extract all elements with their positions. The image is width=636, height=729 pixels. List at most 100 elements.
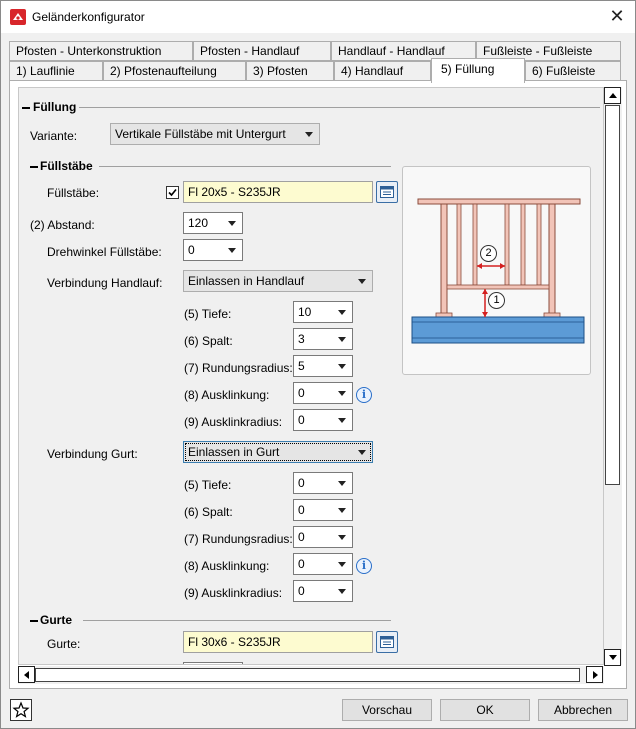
star-icon <box>12 701 30 718</box>
section-title-fuellung: Füllung <box>33 100 77 114</box>
catalog-icon[interactable] <box>376 631 398 653</box>
verbindung-handlauf-value: Einlassen in Handlauf <box>188 274 305 288</box>
chevron-down-icon <box>338 310 346 315</box>
drehwinkel-value: 0 <box>188 243 195 257</box>
gurt-ausklinkradius-label: (9) Ausklinkradius: <box>184 586 283 600</box>
partially-visible-dropdown[interactable] <box>183 662 243 664</box>
gurt-rundungsradius-dropdown[interactable]: 0 <box>293 526 353 548</box>
collapse-fuellung-icon[interactable] <box>22 107 30 109</box>
variante-value: Vertikale Füllstäbe mit Untergurt <box>115 127 286 141</box>
handlauf-rundungsradius-label: (7) Rundungsradius: <box>184 361 293 375</box>
handlauf-spalt-dropdown[interactable]: 3 <box>293 328 353 350</box>
fuellstaebe-checkbox[interactable] <box>166 186 179 199</box>
tab-lauflinie[interactable]: 1) Lauflinie <box>9 61 103 81</box>
collapse-gurte-icon[interactable] <box>30 620 38 622</box>
preview-button[interactable]: Vorschau <box>342 699 432 721</box>
chevron-down-icon <box>338 418 346 423</box>
section-title-gurte: Gurte <box>40 613 73 627</box>
chevron-up-icon <box>609 93 617 98</box>
gurt-ausklinkung-value: 0 <box>298 557 305 571</box>
gurte-profile-field[interactable]: Fl 30x6 - S235JR <box>183 631 373 653</box>
chevron-down-icon <box>228 248 236 253</box>
fuellstaebe-profile-field[interactable]: Fl 20x5 - S235JR <box>183 181 373 203</box>
handlauf-ausklinkung-dropdown[interactable]: 0 <box>293 382 353 404</box>
railing-preview: 2 1 <box>402 166 591 375</box>
gurt-ausklinkradius-dropdown[interactable]: 0 <box>293 580 353 602</box>
verbindung-gurt-dropdown[interactable]: Einlassen in Gurt <box>183 441 373 463</box>
collapse-fuellstaebe-icon[interactable] <box>30 166 38 168</box>
tab-fussleiste[interactable]: 6) Fußleiste <box>525 61 621 81</box>
gurt-spalt-dropdown[interactable]: 0 <box>293 499 353 521</box>
chevron-down-icon <box>338 535 346 540</box>
handlauf-tiefe-dropdown[interactable]: 10 <box>293 301 353 323</box>
chevron-down-icon <box>609 655 617 660</box>
handlauf-tiefe-label: (5) Tiefe: <box>184 307 232 321</box>
chevron-down-icon <box>338 481 346 486</box>
scroll-up-button[interactable] <box>604 87 621 104</box>
handlauf-ausklinkradius-label: (9) Ausklinkradius: <box>184 415 283 429</box>
handlauf-ausklinkung-value: 0 <box>298 386 305 400</box>
gurt-rundungsradius-label: (7) Rundungsradius: <box>184 532 293 546</box>
variante-label: Variante: <box>30 129 78 143</box>
handlauf-rundungsradius-value: 5 <box>298 359 305 373</box>
configurator-window: Geländerkonfigurator ✕ Pfosten - Unterko… <box>0 0 636 729</box>
chevron-down-icon <box>338 562 346 567</box>
handlauf-tiefe-value: 10 <box>298 305 312 319</box>
tab-pfosten-unterkonstruktion[interactable]: Pfosten - Unterkonstruktion <box>9 41 193 61</box>
vertical-scroll-thumb[interactable] <box>605 105 620 485</box>
handlauf-ausklinkung-label: (8) Ausklinkung: <box>184 388 270 402</box>
cancel-button[interactable]: Abbrechen <box>538 699 628 721</box>
abstand-dropdown[interactable]: 120 <box>183 212 243 234</box>
handlauf-spalt-value: 3 <box>298 332 305 346</box>
verbindung-handlauf-dropdown[interactable]: Einlassen in Handlauf <box>183 270 373 292</box>
favorites-button[interactable] <box>10 699 32 721</box>
gurt-tiefe-label: (5) Tiefe: <box>184 478 232 492</box>
tab-fuellung[interactable]: 5) Füllung <box>431 58 525 83</box>
tab-handlauf[interactable]: 4) Handlauf <box>334 61 431 81</box>
chevron-left-icon <box>24 671 29 679</box>
handlauf-ausklinkradius-dropdown[interactable]: 0 <box>293 409 353 431</box>
fuellstaebe-label: Füllstäbe: <box>47 186 100 200</box>
drehwinkel-dropdown[interactable]: 0 <box>183 239 243 261</box>
gurt-rundungsradius-value: 0 <box>298 530 305 544</box>
divider <box>99 166 391 167</box>
gurt-tiefe-dropdown[interactable]: 0 <box>293 472 353 494</box>
catalog-icon[interactable] <box>376 181 398 203</box>
verbindung-gurt-label: Verbindung Gurt: <box>47 447 138 461</box>
gurt-ausklinkung-label: (8) Ausklinkung: <box>184 559 270 573</box>
handlauf-rundungsradius-dropdown[interactable]: 5 <box>293 355 353 377</box>
scroll-right-button[interactable] <box>586 666 603 683</box>
gurt-spalt-value: 0 <box>298 503 305 517</box>
chevron-down-icon <box>305 132 313 137</box>
section-title-fuellstaebe: Füllstäbe <box>40 159 93 173</box>
gurt-ausklinkung-dropdown[interactable]: 0 <box>293 553 353 575</box>
dimension-marker-1: 1 <box>488 292 505 309</box>
handlauf-ausklinkradius-value: 0 <box>298 413 305 427</box>
chevron-down-icon <box>338 337 346 342</box>
title-bar: Geländerkonfigurator ✕ <box>1 1 635 33</box>
info-icon[interactable]: i <box>356 558 372 574</box>
divider <box>79 107 600 108</box>
chevron-right-icon <box>593 671 598 679</box>
variante-dropdown[interactable]: Vertikale Füllstäbe mit Untergurt <box>110 123 320 145</box>
close-icon[interactable]: ✕ <box>605 5 629 29</box>
dimension-marker-2: 2 <box>480 245 497 262</box>
tab-pfosten[interactable]: 3) Pfosten <box>246 61 334 81</box>
abstand-value: 120 <box>188 216 209 230</box>
horizontal-scroll-thumb[interactable] <box>35 668 580 682</box>
verbindung-handlauf-label: Verbindung Handlauf: <box>47 276 163 290</box>
gurt-spalt-label: (6) Spalt: <box>184 505 233 519</box>
window-title: Geländerkonfigurator <box>32 10 145 24</box>
scroll-left-button[interactable] <box>18 666 35 683</box>
tab-pfosten-handlauf[interactable]: Pfosten - Handlauf <box>193 41 331 61</box>
tab-pfostenaufteilung[interactable]: 2) Pfostenaufteilung <box>103 61 246 81</box>
chevron-down-icon <box>338 589 346 594</box>
abstand-label: (2) Abstand: <box>30 218 95 232</box>
chevron-down-icon <box>358 279 366 284</box>
ok-button[interactable]: OK <box>440 699 530 721</box>
drehwinkel-label: Drehwinkel Füllstäbe: <box>47 245 162 259</box>
chevron-down-icon <box>228 221 236 226</box>
scroll-down-button[interactable] <box>604 649 621 666</box>
gurte-label: Gurte: <box>47 637 81 651</box>
info-icon[interactable]: i <box>356 387 372 403</box>
